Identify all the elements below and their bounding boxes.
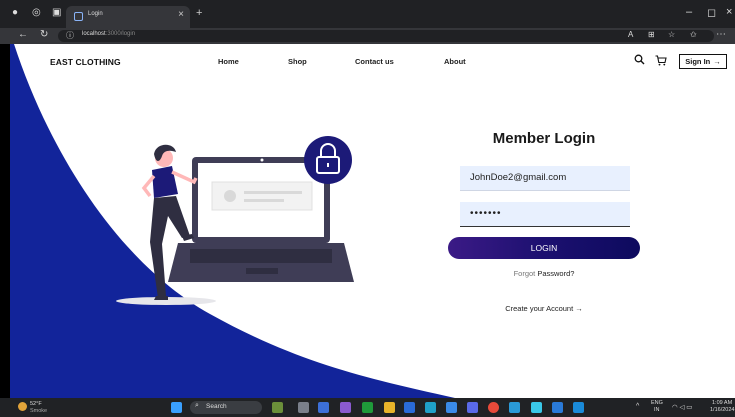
file-explorer-icon[interactable] <box>384 402 395 413</box>
more-menu-icon[interactable]: ⋯ <box>716 29 726 40</box>
address-bar: ← ↻ ⓘ localhost:3000/login A ⊞ ☆ ✩ ⋯ <box>0 28 735 44</box>
search-icon[interactable] <box>634 54 645 65</box>
tab-actions-icon[interactable]: ▣ <box>52 7 61 18</box>
collections-icon[interactable]: ◎ <box>32 7 41 18</box>
url-input[interactable]: ⓘ localhost:3000/login A ⊞ ☆ ✩ <box>58 30 714 42</box>
create-account-link[interactable]: Create your Account → <box>448 304 640 313</box>
apps-icon[interactable]: ⊞ <box>648 30 655 39</box>
app-icon-6[interactable] <box>509 402 520 413</box>
taskbar-search-label: Search <box>206 403 227 410</box>
tab-title: Login <box>88 11 103 17</box>
nav-link-home[interactable]: Home <box>218 57 239 66</box>
app-icon-5[interactable] <box>467 402 478 413</box>
nav-link-contact[interactable]: Contact us <box>355 57 394 66</box>
password-field[interactable]: ••••••• <box>460 202 630 227</box>
windows-taskbar: 52°F Smoke ⌕ Search ^ ENG IN ◠ ◁ ▭ 1:09 … <box>0 398 735 417</box>
profile-icon[interactable]: ● <box>12 7 18 18</box>
login-button[interactable]: LOGIN <box>448 237 640 259</box>
refresh-icon[interactable]: ↻ <box>40 29 48 40</box>
info-icon[interactable]: ⓘ <box>66 30 74 41</box>
web-page: EAST CLOTHING Home Shop Contact us About… <box>10 44 735 398</box>
login-illustration <box>116 136 354 305</box>
back-arrow-icon[interactable]: ← <box>18 29 28 40</box>
site-navbar: EAST CLOTHING Home Shop Contact us About… <box>10 44 735 80</box>
forgot-password-link[interactable]: Forgot Password? <box>448 269 640 278</box>
tray-chevron-icon[interactable]: ^ <box>636 403 639 410</box>
arrow-right-icon: → <box>713 57 721 66</box>
search-icon: ⌕ <box>195 402 199 409</box>
tab-close-icon[interactable]: × <box>178 9 184 20</box>
nav-link-about[interactable]: About <box>444 57 466 66</box>
url-host: localhost <box>82 31 106 37</box>
nav-link-shop[interactable]: Shop <box>288 57 307 66</box>
edge-icon[interactable] <box>425 402 436 413</box>
browser-tab-login[interactable]: Login × <box>66 6 190 28</box>
vscode-icon[interactable] <box>573 402 584 413</box>
minimize-button[interactable]: – <box>686 6 692 18</box>
favorites-icon[interactable]: ✩ <box>690 30 697 39</box>
weather-temp: 52°F <box>30 401 42 407</box>
read-aloud-icon[interactable]: A <box>628 30 633 39</box>
app-icon-7[interactable] <box>531 402 542 413</box>
app-icon-4[interactable] <box>446 402 457 413</box>
app-icon-2[interactable] <box>340 402 351 413</box>
browser-tab-bar: ● ◎ ▣ Login × + – ◻ × <box>0 0 735 28</box>
xbox-icon[interactable] <box>362 402 373 413</box>
favicon-icon <box>74 12 83 21</box>
task-view-icon[interactable] <box>298 402 309 413</box>
clock-time[interactable]: 1:09 AM <box>712 400 732 406</box>
cart-icon[interactable] <box>655 55 667 66</box>
network-icon[interactable]: ◠ ◁ ▭ <box>672 403 692 411</box>
form-title: Member Login <box>492 130 596 147</box>
language-bottom: IN <box>654 407 660 413</box>
chrome-icon[interactable] <box>488 402 499 413</box>
sign-in-button[interactable]: Sign In → <box>679 54 727 69</box>
url-path: :3000/login <box>105 31 136 37</box>
weather-desc: Smoke <box>30 408 48 414</box>
language-top[interactable]: ENG <box>651 400 663 406</box>
clock-date: 1/16/2024 <box>710 407 735 413</box>
maximize-button[interactable]: ◻ <box>707 6 716 19</box>
new-tab-button[interactable]: + <box>196 7 202 19</box>
brand-logo[interactable]: EAST CLOTHING <box>50 57 121 67</box>
favorite-star-icon[interactable]: ☆ <box>668 30 675 39</box>
weather-icon[interactable] <box>18 402 27 411</box>
app-icon-8[interactable] <box>552 402 563 413</box>
forgot-suffix: Password? <box>535 269 575 278</box>
windows-start-icon[interactable] <box>171 402 182 413</box>
sign-in-label: Sign In <box>685 57 711 66</box>
widgets-icon[interactable] <box>272 402 283 413</box>
window-close-button[interactable]: × <box>726 6 732 18</box>
taskbar-search[interactable]: ⌕ Search <box>190 401 262 414</box>
app-icon-3[interactable] <box>404 402 415 413</box>
app-icon-1[interactable] <box>318 402 329 413</box>
email-field[interactable]: JohnDoe2@gmail.com <box>460 166 630 191</box>
forgot-prefix: Forgot <box>513 269 536 278</box>
